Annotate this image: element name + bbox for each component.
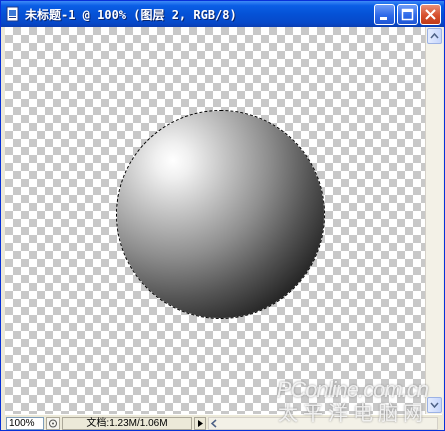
vertical-scrollbar[interactable] — [425, 27, 443, 414]
horizontal-scrollbar[interactable] — [208, 416, 438, 430]
photoshop-document-icon[interactable] — [5, 6, 21, 22]
maximize-icon — [401, 8, 414, 21]
maximize-button[interactable] — [397, 4, 418, 25]
scroll-down-button[interactable] — [427, 397, 442, 413]
window-title: 未标题-1 @ 100% (图层 2, RGB/8) — [25, 7, 237, 22]
arrow-up-icon — [430, 32, 439, 39]
document-info: 文档:1.23M/1.06M — [62, 416, 192, 430]
status-bar: 100% 文档:1.23M/1.06M — [5, 414, 442, 430]
status-menu-button[interactable] — [194, 416, 206, 430]
close-icon — [425, 9, 436, 20]
close-button[interactable] — [420, 4, 441, 25]
selection-marquee — [116, 110, 325, 319]
minimize-icon — [380, 17, 387, 20]
arrow-down-icon — [430, 402, 439, 409]
arrow-left-icon[interactable] — [209, 418, 220, 429]
minimize-button[interactable] — [374, 4, 395, 25]
navigator-icon[interactable] — [46, 416, 60, 430]
zoom-field[interactable]: 100% — [6, 416, 44, 430]
document-canvas[interactable] — [5, 27, 425, 414]
triangle-right-icon — [198, 419, 203, 427]
scroll-up-button[interactable] — [427, 28, 442, 44]
document-window: 未标题-1 @ 100% (图层 2, RGB/8) 100% 文档:1.23M… — [0, 0, 445, 431]
title-bar[interactable]: 未标题-1 @ 100% (图层 2, RGB/8) — [1, 1, 444, 27]
